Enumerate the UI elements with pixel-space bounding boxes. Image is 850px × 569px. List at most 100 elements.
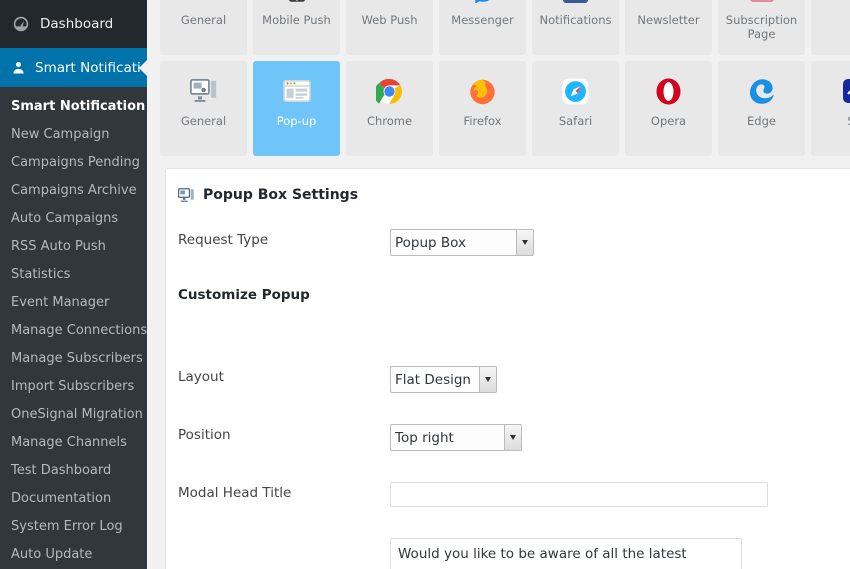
browser-window-icon — [282, 75, 311, 107]
tab-subscription-page[interactable]: Subscription Page — [718, 0, 805, 55]
web-push-cloud-icon — [376, 0, 404, 6]
submenu-item-campaigns-pending[interactable]: Campaigns Pending — [0, 149, 147, 177]
mobile-phone-icon — [285, 0, 309, 6]
submenu-item-campaigns-archive[interactable]: Campaigns Archive — [0, 177, 147, 205]
sidebar-item-label: Smart Notification — [35, 59, 147, 76]
sidebar-submenu: Smart Notification New Campaign Campaigns … — [0, 87, 147, 569]
bell-user-icon — [11, 60, 26, 75]
tab-pop-up[interactable]: Pop-up — [253, 61, 340, 156]
sidebar-item-smart-notification[interactable]: Smart Notification — [0, 48, 147, 87]
submenu-item-event-manager[interactable]: Event Manager — [0, 289, 147, 317]
facebook-icon — [563, 0, 588, 6]
submenu-item-new-campaign[interactable]: New Campaign — [0, 121, 147, 149]
gear-icon — [191, 0, 217, 6]
position-label: Position — [178, 427, 231, 443]
submenu-item-onesignal-migration[interactable]: OneSignal Migration — [0, 401, 147, 429]
submenu-item-import-subscribers[interactable]: Import Subscribers — [0, 373, 147, 401]
position-select[interactable]: Top rightTop leftBottom rightBottom left… — [390, 424, 522, 451]
submenu-item-rss-auto-push[interactable]: RSS Auto Push — [0, 233, 147, 261]
modal-body-text-label — [178, 538, 390, 541]
tab-notifications[interactable]: Notifications — [532, 0, 619, 55]
tab-web-push[interactable]: Web Push — [346, 0, 433, 55]
position-select-wrap[interactable]: Top rightTop leftBottom rightBottom left… — [390, 424, 522, 451]
submenu-item-documentation[interactable]: Documentation — [0, 485, 147, 513]
tab-label: Newsletter — [637, 13, 700, 27]
messenger-icon — [470, 0, 496, 6]
submenu-item-auto-campaigns[interactable]: Auto Campaigns — [0, 205, 147, 233]
tabs-primary: General Mobile Push Web Push Messenger Notif… — [147, 0, 850, 55]
dashboard-gauge-icon — [11, 16, 31, 32]
tab-mobile-push[interactable]: Mobile Push — [253, 0, 340, 55]
admin-sidebar: Dashboard Smart Notification Smart Notif… — [0, 0, 147, 569]
monitor-popup-icon — [178, 187, 195, 203]
modal-body-text-area[interactable]: Would you like to be aware of all the la… — [390, 538, 742, 569]
tab-label: Pop-up — [276, 114, 317, 128]
tab-label: Messenger — [451, 13, 514, 27]
chrome-icon — [376, 75, 403, 107]
tab-messenger[interactable]: Messenger — [439, 0, 526, 55]
tab-general[interactable]: General — [160, 0, 247, 55]
tab-opera[interactable]: Opera — [625, 61, 712, 156]
field-row-request-type: Request Type Popup BoxNative BoxBell Ico… — [166, 229, 850, 256]
active-menu-arrow-icon — [139, 58, 147, 77]
cut-off-icon — [843, 0, 850, 6]
tab-e[interactable]: E — [811, 0, 850, 55]
field-row-modal-head-title: Modal Head Title — [166, 482, 850, 507]
tab-label: General — [180, 13, 227, 27]
monitor-gear-icon — [189, 75, 218, 107]
layout-label: Layout — [178, 369, 224, 385]
tab-label: General — [180, 114, 227, 128]
main-content: General Mobile Push Web Push Messenger Notif… — [147, 0, 850, 569]
tab-label: Mobile Push — [262, 13, 331, 27]
section-title: Customize Popup — [178, 287, 310, 303]
field-row-position: Position Top rightTop leftBottom rightBo… — [166, 424, 850, 451]
tab-chrome[interactable]: Chrome — [346, 61, 433, 156]
tab-edge[interactable]: Edge — [718, 61, 805, 156]
tab-safari[interactable]: Safari — [532, 61, 619, 156]
tab-general[interactable]: General — [160, 61, 247, 156]
envelope-icon — [656, 0, 682, 6]
field-row-layout: Layout Flat DesignMaterial DesignClassic — [166, 366, 850, 393]
tab-newsletter[interactable]: Newsletter — [625, 0, 712, 55]
samsung-icon — [842, 75, 850, 107]
submenu-item-statistics[interactable]: Statistics — [0, 261, 147, 289]
layout-select-wrap[interactable]: Flat DesignMaterial DesignClassic — [390, 366, 497, 393]
tab-firefox[interactable]: Firefox — [439, 61, 526, 156]
tab-label: Subscription Page — [725, 13, 798, 41]
tab-label: Notifications — [539, 13, 612, 27]
tab-label: Web Push — [361, 13, 418, 27]
subscription-page-icon — [749, 0, 774, 6]
panel-title: Popup Box Settings — [203, 187, 359, 203]
sidebar-item-dashboard[interactable]: Dashboard — [0, 0, 147, 48]
submenu-item-manage-connections[interactable]: Manage Connections — [0, 317, 147, 345]
submenu-item-auto-update[interactable]: Auto Update — [0, 541, 147, 569]
tab-label: Sa — [843, 114, 850, 128]
edge-icon — [749, 75, 775, 107]
modal-head-title-input[interactable] — [390, 482, 768, 507]
layout-select[interactable]: Flat DesignMaterial DesignClassic — [390, 366, 497, 393]
tab-label: Edge — [747, 114, 776, 128]
request-type-select[interactable]: Popup BoxNative BoxBell Icon — [390, 229, 534, 256]
tab-label: Firefox — [463, 114, 502, 128]
field-row-modal-body-text: Would you like to be aware of all the la… — [166, 538, 850, 569]
tab-label: Chrome — [366, 114, 413, 128]
tab-label: Opera — [650, 114, 687, 128]
submenu-item-smart-notification[interactable]: Smart Notification — [0, 93, 147, 121]
firefox-icon — [469, 75, 496, 107]
tab-label: Safari — [558, 114, 593, 128]
modal-head-title-label: Modal Head Title — [178, 485, 292, 501]
tab-sa[interactable]: Sa — [811, 61, 850, 156]
opera-icon — [656, 75, 681, 107]
section-customize-popup: Customize Popup — [166, 287, 850, 335]
submenu-item-test-dashboard[interactable]: Test Dashboard — [0, 457, 147, 485]
panel-heading: Popup Box Settings — [166, 183, 850, 203]
request-type-label: Request Type — [178, 232, 269, 248]
submenu-item-manage-channels[interactable]: Manage Channels — [0, 429, 147, 457]
request-type-select-wrap[interactable]: Popup BoxNative BoxBell Icon — [390, 229, 534, 256]
submenu-item-manage-subscribers[interactable]: Manage Subscribers — [0, 345, 147, 373]
submenu-item-system-error-log[interactable]: System Error Log — [0, 513, 147, 541]
tabs-secondary: General Pop-up Chrome Firefox Safari Opera Edg… — [147, 61, 850, 156]
popup-settings-panel: Popup Box Settings Request Type Popup Bo… — [165, 168, 850, 569]
sidebar-item-label: Dashboard — [40, 16, 114, 32]
safari-icon — [562, 75, 589, 107]
